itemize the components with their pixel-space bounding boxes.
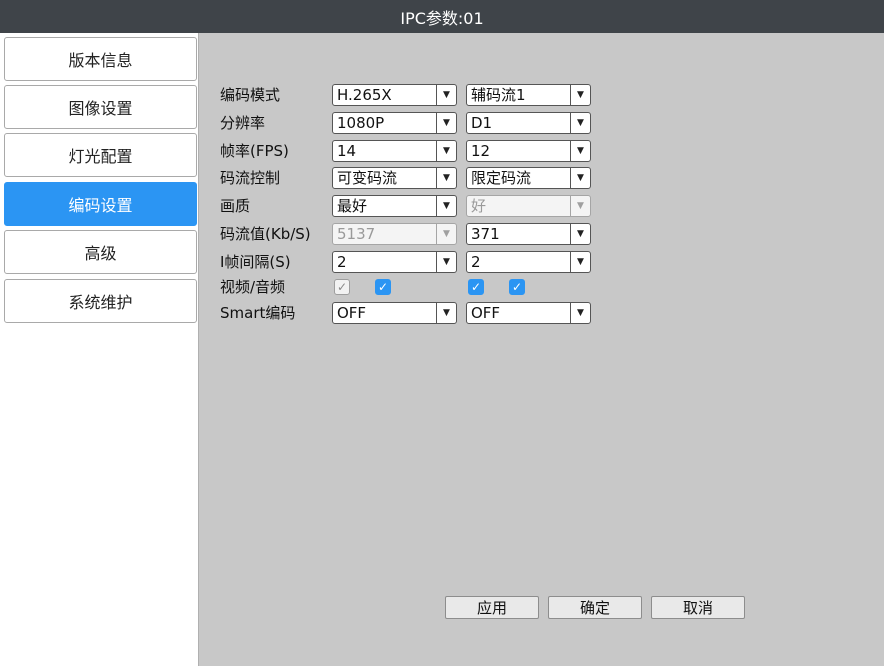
iframe-interval-label: I帧间隔(S) (220, 253, 291, 271)
smart-encode-label: Smart编码 (220, 304, 296, 322)
sub-video-checkbox[interactable]: ✓ (468, 279, 484, 295)
bitrate-control-main-select[interactable]: 可变码流 ▼ (332, 167, 457, 189)
main-video-checkbox: ✓ (334, 279, 350, 295)
iframe-interval-sub-select[interactable]: 2 ▼ (466, 251, 591, 273)
main-audio-checkbox[interactable]: ✓ (375, 279, 391, 295)
select-value: 5137 (337, 225, 376, 243)
bitrate-sub-select[interactable]: 371 ▼ (466, 223, 591, 245)
ok-button-label: 确定 (579, 599, 610, 617)
chevron-down-icon: ▼ (570, 252, 590, 272)
chevron-down-icon: ▼ (436, 168, 456, 188)
fps-label: 帧率(FPS) (220, 142, 289, 160)
resolution-sub-select[interactable]: D1 ▼ (466, 112, 591, 134)
cancel-button[interactable]: 取消 (651, 596, 745, 619)
video-audio-label: 视频/音频 (220, 278, 286, 296)
sidebar-item-light-config[interactable]: 灯光配置 (4, 133, 197, 177)
quality-sub-select: 好 ▼ (466, 195, 591, 217)
select-value: D1 (471, 114, 493, 132)
select-value: 1080P (337, 114, 385, 132)
select-value: 371 (471, 225, 500, 243)
select-value: OFF (337, 304, 367, 322)
select-value: 14 (337, 142, 357, 160)
resolution-label: 分辨率 (220, 114, 266, 132)
resolution-main-select[interactable]: 1080P ▼ (332, 112, 457, 134)
chevron-down-icon: ▼ (570, 196, 590, 216)
select-value: 可变码流 (337, 169, 398, 187)
chevron-down-icon: ▼ (436, 113, 456, 133)
sidebar-item-label: 系统维护 (68, 293, 133, 312)
sidebar-item-label: 编码设置 (68, 196, 133, 215)
apply-button-label: 应用 (476, 599, 507, 617)
fps-main-select[interactable]: 14 ▼ (332, 140, 457, 162)
sub-audio-checkbox[interactable]: ✓ (509, 279, 525, 295)
sidebar-item-encode-settings[interactable]: 编码设置 (4, 182, 197, 226)
chevron-down-icon: ▼ (436, 85, 456, 105)
window-titlebar: IPC参数:01 (0, 0, 884, 33)
encode-settings-panel: 编码模式 H.265X ▼ 辅码流1 ▼ 分辨率 1080P ▼ D1 ▼ 帧率… (200, 33, 884, 666)
smart-encode-row: Smart编码 OFF ▼ OFF ▼ (220, 302, 600, 324)
select-value: 2 (471, 253, 481, 271)
bitrate-main-select: 5137 ▼ (332, 223, 457, 245)
fps-row: 帧率(FPS) 14 ▼ 12 ▼ (220, 140, 600, 162)
smart-encode-main-select[interactable]: OFF ▼ (332, 302, 457, 324)
video-audio-row: 视频/音频 ✓ ✓ ✓ ✓ (220, 276, 600, 298)
bitrate-label: 码流值(Kb/S) (220, 225, 311, 243)
chevron-down-icon: ▼ (570, 85, 590, 105)
select-value: 辅码流1 (471, 86, 526, 104)
encode-mode-main-select[interactable]: H.265X ▼ (332, 84, 457, 106)
chevron-down-icon: ▼ (436, 252, 456, 272)
apply-button[interactable]: 应用 (445, 596, 539, 619)
fps-sub-select[interactable]: 12 ▼ (466, 140, 591, 162)
quality-main-select[interactable]: 最好 ▼ (332, 195, 457, 217)
smart-encode-sub-select[interactable]: OFF ▼ (466, 302, 591, 324)
iframe-interval-main-select[interactable]: 2 ▼ (332, 251, 457, 273)
chevron-down-icon: ▼ (570, 168, 590, 188)
select-value: H.265X (337, 86, 392, 104)
bitrate-control-label: 码流控制 (220, 169, 281, 187)
sidebar-item-version-info[interactable]: 版本信息 (4, 37, 197, 81)
sidebar-item-image-settings[interactable]: 图像设置 (4, 85, 197, 129)
bitrate-control-row: 码流控制 可变码流 ▼ 限定码流 ▼ (220, 167, 600, 189)
encode-mode-row: 编码模式 H.265X ▼ 辅码流1 ▼ (220, 84, 600, 106)
sidebar-item-label: 高级 (84, 244, 117, 263)
ok-button[interactable]: 确定 (548, 596, 642, 619)
iframe-interval-row: I帧间隔(S) 2 ▼ 2 ▼ (220, 251, 600, 273)
window-title: IPC参数:01 (400, 8, 484, 28)
chevron-down-icon: ▼ (570, 224, 590, 244)
sidebar-item-label: 图像设置 (68, 99, 133, 118)
chevron-down-icon: ▼ (570, 141, 590, 161)
sidebar: 版本信息 图像设置 灯光配置 编码设置 高级 系统维护 (0, 33, 199, 666)
select-value: 限定码流 (471, 169, 532, 187)
chevron-down-icon: ▼ (436, 196, 456, 216)
chevron-down-icon: ▼ (570, 303, 590, 323)
chevron-down-icon: ▼ (570, 113, 590, 133)
sidebar-item-advanced[interactable]: 高级 (4, 230, 197, 274)
select-value: 2 (337, 253, 347, 271)
sidebar-item-label: 灯光配置 (68, 147, 133, 166)
bitrate-control-sub-select[interactable]: 限定码流 ▼ (466, 167, 591, 189)
select-value: 最好 (337, 197, 368, 215)
select-value: 12 (471, 142, 491, 160)
encode-mode-sub-select[interactable]: 辅码流1 ▼ (466, 84, 591, 106)
sidebar-item-system-maintenance[interactable]: 系统维护 (4, 279, 197, 323)
cancel-button-label: 取消 (682, 599, 713, 617)
resolution-row: 分辨率 1080P ▼ D1 ▼ (220, 112, 600, 134)
quality-label: 画质 (220, 197, 251, 215)
chevron-down-icon: ▼ (436, 224, 456, 244)
select-value: 好 (471, 197, 487, 215)
chevron-down-icon: ▼ (436, 303, 456, 323)
quality-row: 画质 最好 ▼ 好 ▼ (220, 195, 600, 217)
bitrate-row: 码流值(Kb/S) 5137 ▼ 371 ▼ (220, 223, 600, 245)
select-value: OFF (471, 304, 501, 322)
sidebar-item-label: 版本信息 (68, 51, 133, 70)
chevron-down-icon: ▼ (436, 141, 456, 161)
encode-mode-label: 编码模式 (220, 86, 281, 104)
